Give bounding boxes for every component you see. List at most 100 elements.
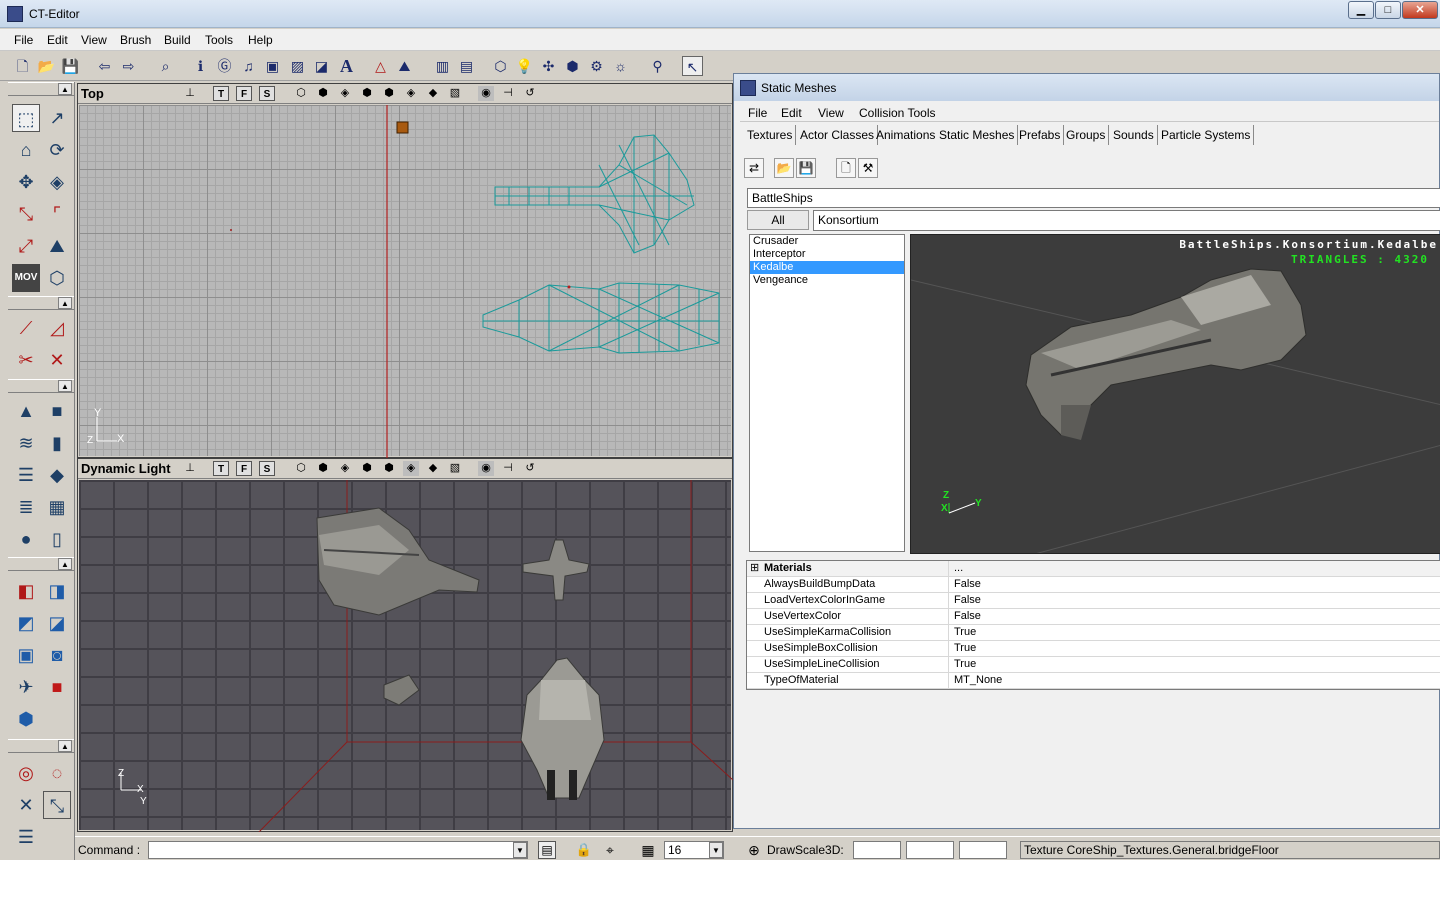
new-mesh-icon[interactable]: 🗋 xyxy=(836,158,856,178)
realtime-preview-icon[interactable]: ◉ xyxy=(478,461,494,476)
ship-wireframe-lower[interactable] xyxy=(482,282,720,354)
zone-mode-icon[interactable]: ⬢ xyxy=(315,86,331,101)
save-package-icon[interactable]: 💾 xyxy=(796,158,816,178)
actor-marker-icon[interactable] xyxy=(396,121,409,134)
build-options-icon[interactable]: ⚙ xyxy=(586,56,607,76)
cube-icon[interactable]: ■ xyxy=(43,397,71,425)
curved-stair-icon[interactable]: ≋ xyxy=(12,429,40,457)
search-actors-icon[interactable]: ⌕ xyxy=(155,56,176,76)
scale-icon[interactable]: ✥ xyxy=(12,168,40,196)
open-folder-icon[interactable]: 📂 xyxy=(36,56,57,76)
drawscale-icon[interactable]: ⊕ xyxy=(745,841,763,859)
property-row[interactable]: UseSimpleBoxCollision True xyxy=(747,641,1440,657)
add-antiportal-icon[interactable]: ⬢ xyxy=(12,705,40,733)
add-volume-icon[interactable]: ◙ xyxy=(43,641,71,669)
expand-icon[interactable]: ⊞ xyxy=(750,561,759,576)
volumetric-icon[interactable]: ▯ xyxy=(43,525,71,553)
sound-browser-icon[interactable]: ♫ xyxy=(238,56,259,76)
matinee-mov-icon[interactable]: MOV xyxy=(12,264,40,292)
lighting-mode-icon[interactable]: ⬢ xyxy=(359,461,375,476)
menu-tools[interactable]: Tools xyxy=(203,32,235,48)
property-value[interactable]: False xyxy=(951,609,981,624)
undo-icon[interactable]: ⇦ xyxy=(94,56,115,76)
property-value[interactable]: True xyxy=(951,625,976,640)
save-icon[interactable]: 💾 xyxy=(60,56,81,76)
palette-more-icon[interactable]: ☰ xyxy=(12,823,40,851)
package-select[interactable]: BattleShips xyxy=(747,188,1440,208)
tab-actor-classes[interactable]: Actor Classes xyxy=(797,125,879,145)
texture-pan-icon[interactable]: ⤡ xyxy=(12,200,40,228)
face-drag-icon[interactable]: ⌜ xyxy=(43,200,71,228)
menu-help[interactable]: Help xyxy=(246,32,275,48)
cylinder-icon[interactable]: ▮ xyxy=(43,429,71,457)
side-view-button[interactable]: S xyxy=(259,86,275,101)
context-help-icon[interactable]: ↖ xyxy=(682,56,703,76)
property-row[interactable]: UseSimpleLineCollision True xyxy=(747,657,1440,673)
list-item-selected[interactable]: Kedalbe xyxy=(750,261,904,274)
linear-stair-icon[interactable]: ☰ xyxy=(12,461,40,489)
add-static-mesh-icon[interactable]: ■ xyxy=(43,673,71,701)
build-all-icon[interactable]: ⬢ xyxy=(562,56,583,76)
snap-crosshair-icon[interactable]: ⌖ xyxy=(601,841,619,859)
hide-selected-icon[interactable]: ◌ xyxy=(43,759,71,787)
select-none-icon[interactable]: ✕ xyxy=(12,791,40,819)
ship-model-interceptor[interactable] xyxy=(522,539,590,601)
redo-icon[interactable]: ⇨ xyxy=(118,56,139,76)
list-item[interactable]: Crusader xyxy=(750,235,904,248)
build-lighting-icon[interactable]: ▤ xyxy=(456,56,477,76)
wireframe-mode-icon[interactable]: ⬡ xyxy=(293,461,309,476)
front-view-button[interactable]: F xyxy=(236,461,252,476)
property-value[interactable]: True xyxy=(951,641,976,656)
actor-class-icon[interactable]: △ xyxy=(370,56,391,76)
log-window-icon[interactable]: ▤ xyxy=(538,841,556,859)
maximize-button[interactable]: □ xyxy=(1375,1,1401,19)
play-map-icon[interactable]: ⚲ xyxy=(647,56,668,76)
drawscale-y-input[interactable] xyxy=(906,841,954,859)
property-group-materials[interactable]: ⊞ Materials ... xyxy=(747,561,1440,577)
tab-prefabs[interactable]: Prefabs xyxy=(1016,125,1065,145)
unlit-mode-icon[interactable]: ⬢ xyxy=(381,86,397,101)
grid-dropdown-icon[interactable]: ▼ xyxy=(709,842,723,858)
terrain-sheet-icon[interactable]: ▦ xyxy=(43,493,71,521)
viewport-lock-icon[interactable]: ⊣ xyxy=(500,461,516,476)
camera-pin-icon[interactable]: ⊥ xyxy=(182,461,198,476)
group-browser-icon[interactable]: Ⓖ xyxy=(214,56,235,76)
sm-menu-file[interactable]: File xyxy=(746,105,769,121)
deintersect-brush-icon[interactable]: ◪ xyxy=(43,609,71,637)
tab-textures[interactable]: Textures xyxy=(744,125,797,145)
ship-model-kedalbe[interactable] xyxy=(316,507,480,616)
viewport-top-canvas[interactable]: Y X Z xyxy=(79,105,731,458)
menu-edit[interactable]: Edit xyxy=(45,32,70,48)
dynamic-light-mode-icon[interactable]: ◈ xyxy=(403,461,419,476)
wireframe-mode-icon[interactable]: ⬡ xyxy=(293,86,309,101)
viewport-dynamic-canvas[interactable]: Z X Y xyxy=(79,480,733,832)
zone-mode-icon[interactable]: ⬢ xyxy=(315,461,331,476)
path-network-icon[interactable]: ✣ xyxy=(538,56,559,76)
collapse-arrow-icon[interactable]: ▲ xyxy=(58,558,72,570)
collapse-arrow-icon[interactable]: ▲ xyxy=(58,83,72,95)
property-value[interactable]: MT_None xyxy=(951,673,1002,688)
depth-mode-icon[interactable]: ▧ xyxy=(447,461,463,476)
list-item[interactable]: Vengeance xyxy=(750,274,904,287)
property-value[interactable]: False xyxy=(951,593,981,608)
list-item[interactable]: Interceptor xyxy=(750,248,904,261)
viewport-dynamic-light[interactable]: Dynamic Light ⊥ T F S ⬡ ⬢ ◈ ⬢ ⬢ ◈ ◆ ▧ ◉ … xyxy=(77,458,733,832)
vertex-edit-icon[interactable]: ↗ xyxy=(43,104,71,132)
font-browser-icon[interactable]: A xyxy=(336,56,357,76)
terrain-icon[interactable]: ◈ xyxy=(43,168,71,196)
sheet-icon[interactable]: ◆ xyxy=(43,461,71,489)
drawscale-x-input[interactable] xyxy=(853,841,901,859)
dynamic-light-mode-icon[interactable]: ◈ xyxy=(403,86,419,101)
texture-mode-icon[interactable]: ◈ xyxy=(337,461,353,476)
ship-wireframe-upper[interactable] xyxy=(494,134,695,254)
close-button[interactable]: ✕ xyxy=(1402,1,1438,19)
depth-mode-icon[interactable]: ▧ xyxy=(447,86,463,101)
import-icon[interactable]: ⇄ xyxy=(744,158,764,178)
new-file-icon[interactable]: 🗋 xyxy=(12,56,33,76)
all-button[interactable]: All xyxy=(747,210,809,230)
menu-file[interactable]: File xyxy=(12,32,35,48)
menu-brush[interactable]: Brush xyxy=(118,32,153,48)
front-view-button[interactable]: F xyxy=(236,86,252,101)
spiral-stair-icon[interactable]: ≣ xyxy=(12,493,40,521)
property-row[interactable]: TypeOfMaterial MT_None xyxy=(747,673,1440,689)
